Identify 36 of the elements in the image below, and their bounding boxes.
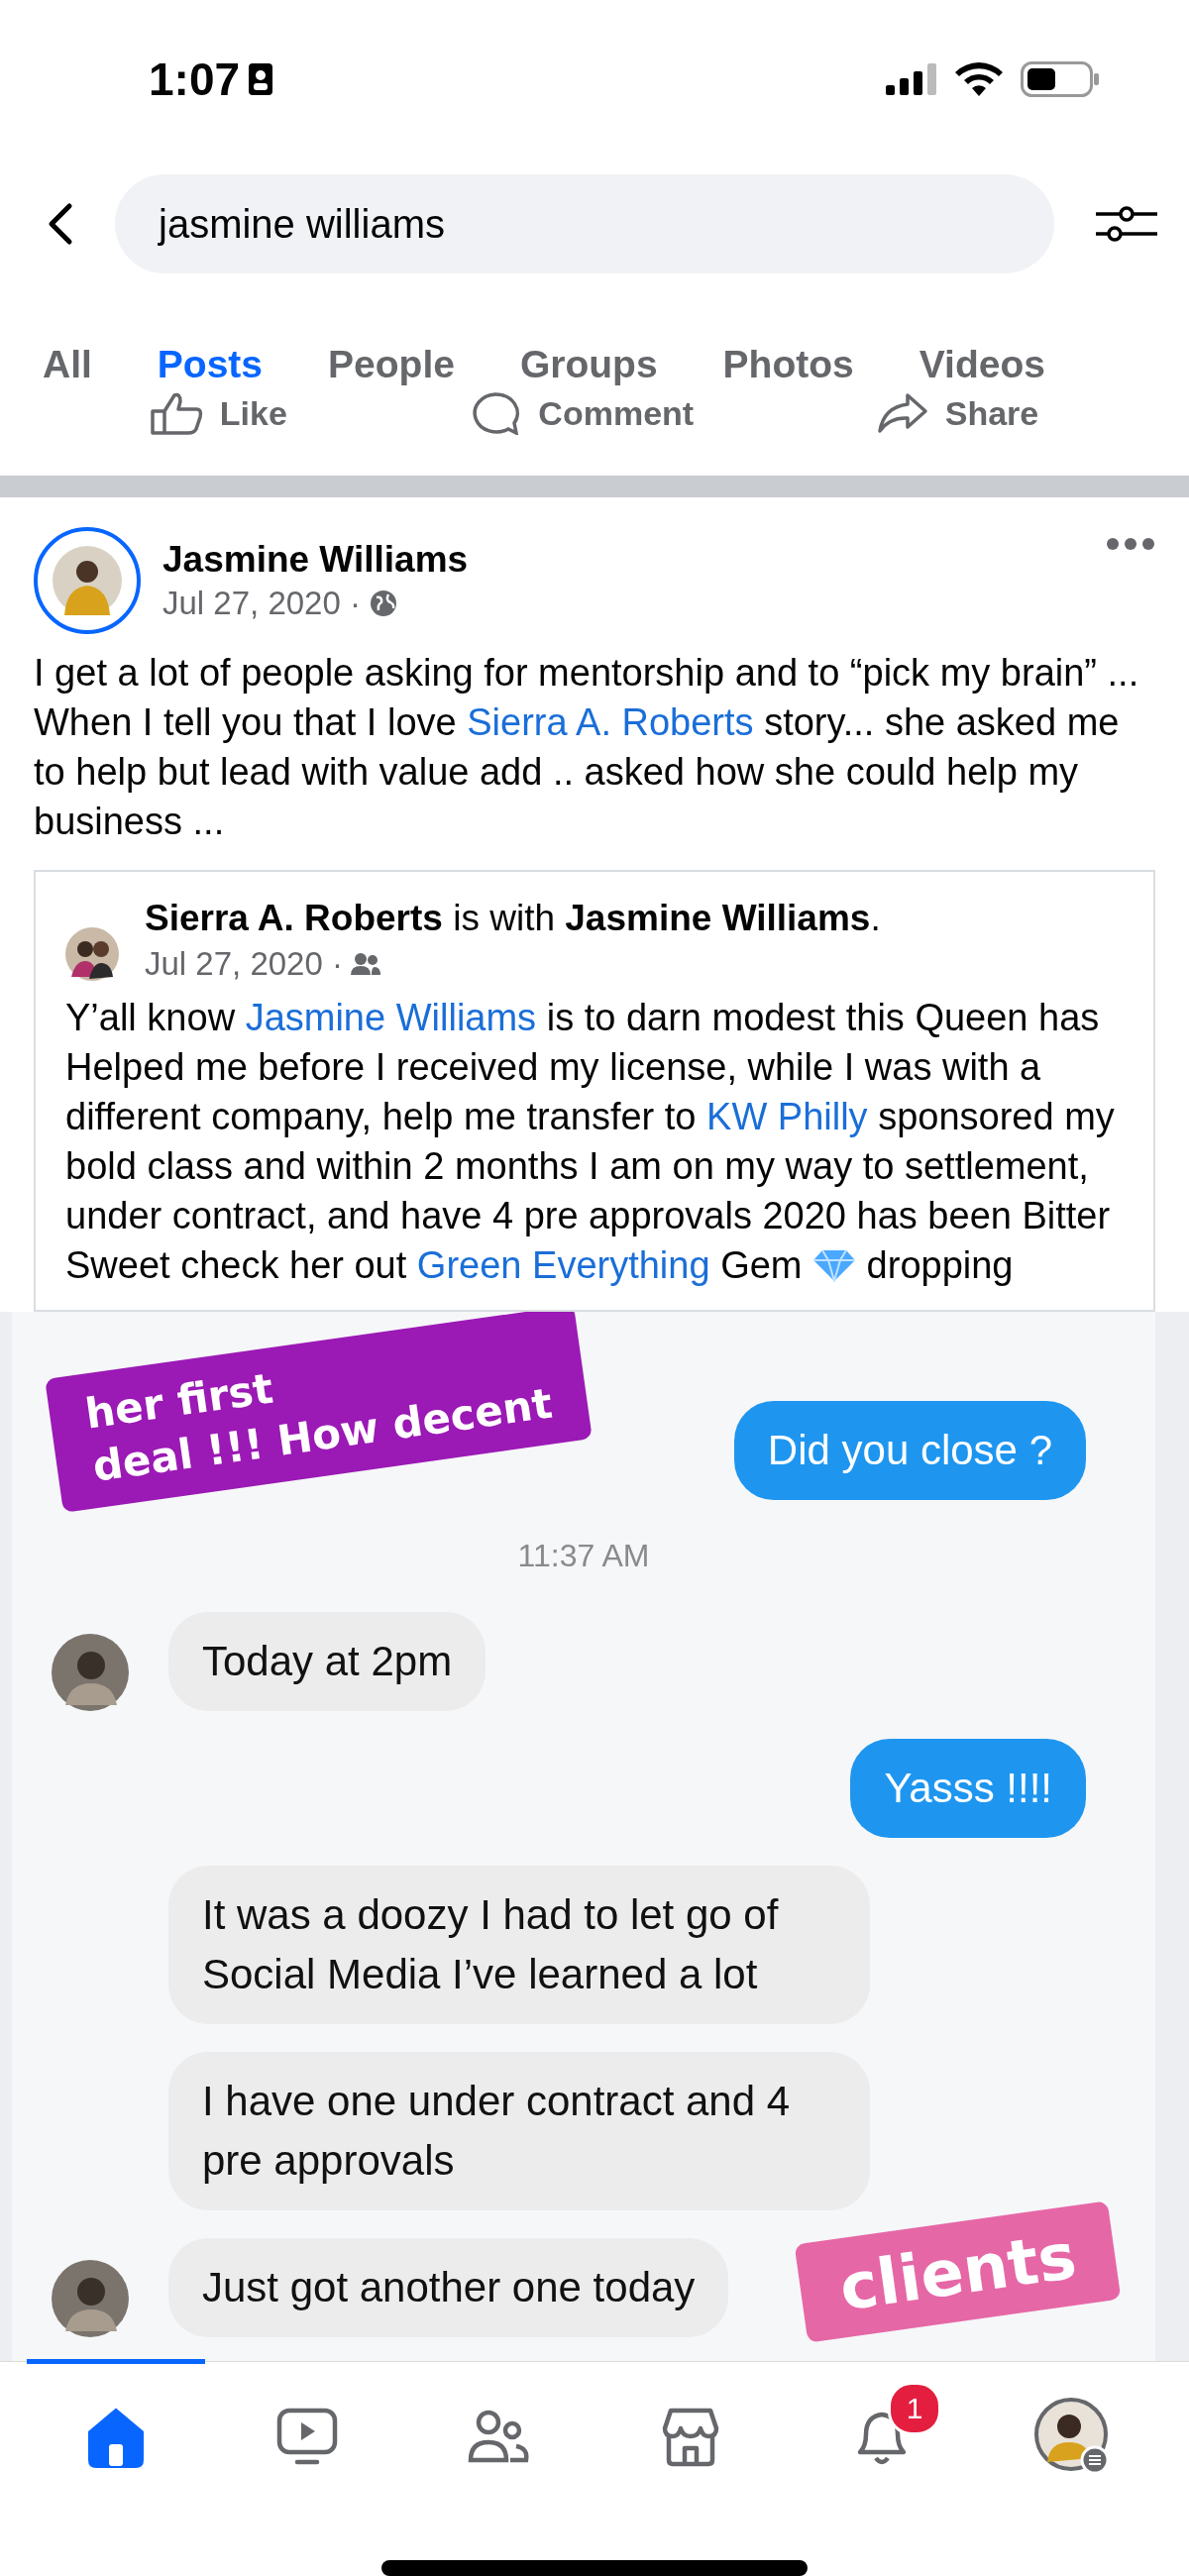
profile-link[interactable]: KW Philly: [706, 1096, 868, 1137]
received-message: Today at 2pm: [168, 1612, 486, 1711]
friends-icon: [350, 951, 380, 977]
post-text: I get a lot of people asking for mentorship and to “pick my brain” ... When I tell you that I love Sierra A. Roberts story... she asked me to help but lead with value add .. asked how she could help my business ...: [34, 651, 1140, 844]
received-message: Just got another one today: [168, 2238, 729, 2337]
notification-badge: 1: [887, 2382, 941, 2435]
more-icon[interactable]: [1106, 537, 1155, 551]
author-name[interactable]: Jasmine Williams: [162, 539, 1084, 581]
post-date: Jul 27, 2020 ·: [162, 585, 361, 622]
shared-post-title: Sierra A. Roberts is with Jasmine Williams.: [145, 898, 881, 939]
author-avatar[interactable]: [34, 527, 141, 634]
wifi-icon: [955, 62, 1003, 96]
battery-icon: [1021, 61, 1100, 97]
shared-post-date: Jul 27, 2020 ·: [145, 945, 343, 983]
sharer-avatar[interactable]: [65, 927, 119, 981]
thumbs-up-icon: [150, 391, 204, 435]
received-message: It was a doozy I had to let go of Social Media I’ve learned a lot: [168, 1866, 870, 2024]
nav-tab[interactable]: 1: [792, 2359, 971, 2508]
search-field[interactable]: jasmine williams: [115, 174, 1054, 273]
profile-link[interactable]: Green Everything: [416, 1244, 710, 1286]
sent-message: Yasss !!!!: [850, 1739, 1086, 1838]
received-message: I have one under contract and 4 pre approvals: [168, 2052, 870, 2210]
globe-icon: [368, 589, 398, 618]
status-time: 1:07: [149, 53, 241, 106]
sticker-banner: clients: [794, 2200, 1122, 2343]
share-arrow-icon: [875, 391, 929, 435]
message-time: 11:37 AM: [516, 1538, 651, 1574]
profile-link[interactable]: Sierra A. Roberts: [467, 701, 754, 743]
contact-card-icon: [248, 62, 274, 96]
sticker-banner: her first deal !!! How decent: [45, 1312, 594, 1513]
search-tab[interactable]: All: [10, 337, 125, 402]
profile-link[interactable]: Jasmine Williams: [245, 997, 537, 1038]
sent-message: Did you close ?: [733, 1401, 1086, 1500]
gem-icon: [812, 1248, 857, 1282]
shared-post-text: Y’all know Jasmine Williams is to darn modest this Queen has Helped me before I received my license, while I was with a different company, help me transfer to KW Philly sponsored my bold class and within 2 months I am on my way to settlement, under contract, and have 4 pre approvals 2020 has been Bitter Sweet check her out Green Everything Gem dropping: [65, 996, 1116, 1288]
signal-icon: [886, 63, 937, 95]
